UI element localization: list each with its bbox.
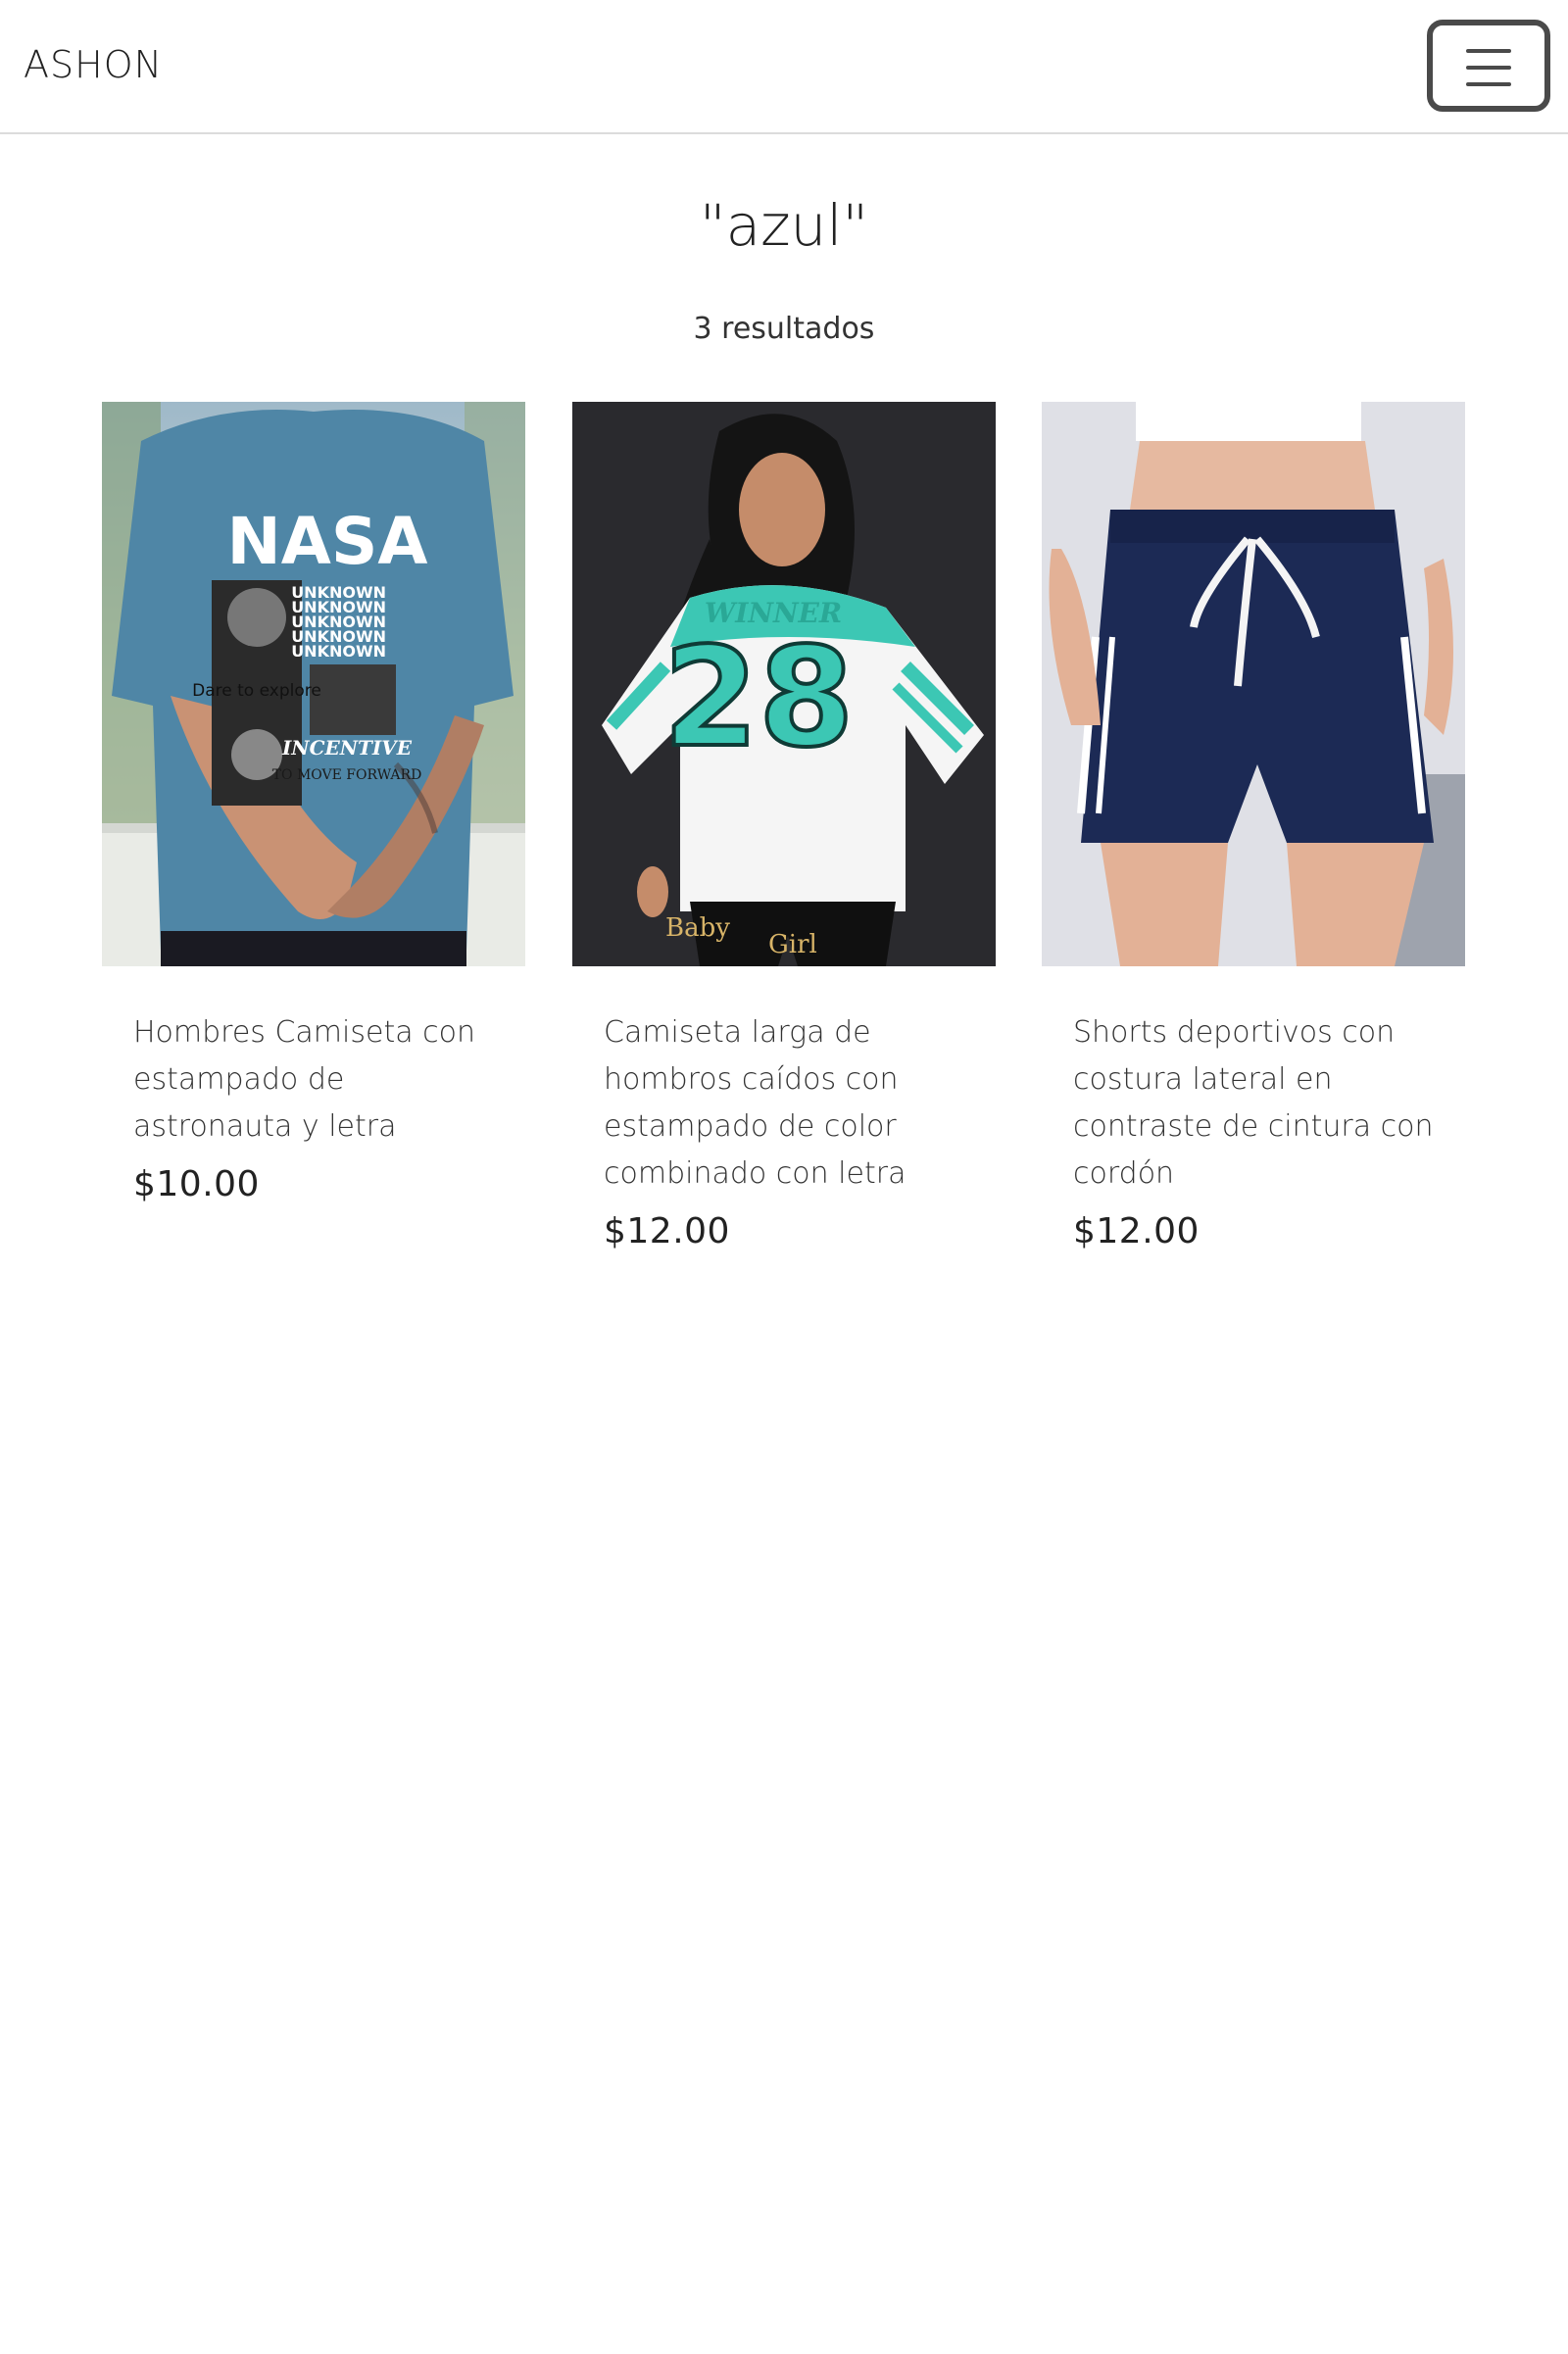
svg-text:Girl: Girl	[768, 930, 817, 959]
shirt-logo-text: NASA	[227, 504, 428, 579]
svg-text:TO MOVE FORWARD: TO MOVE FORWARD	[272, 767, 422, 783]
product-title[interactable]: Shorts deportivos con costura lateral en…	[1073, 1009, 1434, 1198]
svg-text:INCENTIVE: INCENTIVE	[281, 736, 413, 760]
product-image[interactable]: NASA UNKNOWN UNKNOWN UNKNOWN UNKNOWN UNK…	[102, 402, 525, 966]
menu-toggle-button[interactable]	[1427, 20, 1550, 112]
brand-logo[interactable]: ASHON	[24, 43, 163, 86]
product-price: $12.00	[1073, 1211, 1200, 1251]
product-card[interactable]: NASA UNKNOWN UNKNOWN UNKNOWN UNKNOWN UNK…	[102, 402, 525, 1204]
top-navbar: ASHON	[0, 0, 1568, 134]
product-card[interactable]: WINNER 28 Baby Girl Camiseta larga de ho…	[572, 402, 996, 1251]
hamburger-menu-icon	[1466, 49, 1511, 86]
svg-text:UNKNOWN: UNKNOWN	[291, 642, 386, 661]
search-query-heading: "azul"	[699, 192, 869, 259]
product-title[interactable]: Hombres Camiseta con estampado de astron…	[133, 1009, 494, 1151]
product-image[interactable]: WINNER 28 Baby Girl	[572, 402, 996, 966]
product-title[interactable]: Camiseta larga de hombros caídos con est…	[604, 1009, 964, 1198]
product-price: $10.00	[133, 1164, 260, 1204]
results-count: 3 resultados	[693, 312, 875, 346]
product-price: $12.00	[604, 1211, 730, 1251]
product-image[interactable]	[1042, 402, 1465, 966]
product-card[interactable]: Shorts deportivos con costura lateral en…	[1042, 402, 1465, 1251]
svg-text:Baby: Baby	[665, 913, 730, 943]
svg-text:Dare to explore: Dare to explore	[192, 681, 321, 701]
svg-text:28: 28	[663, 618, 855, 778]
